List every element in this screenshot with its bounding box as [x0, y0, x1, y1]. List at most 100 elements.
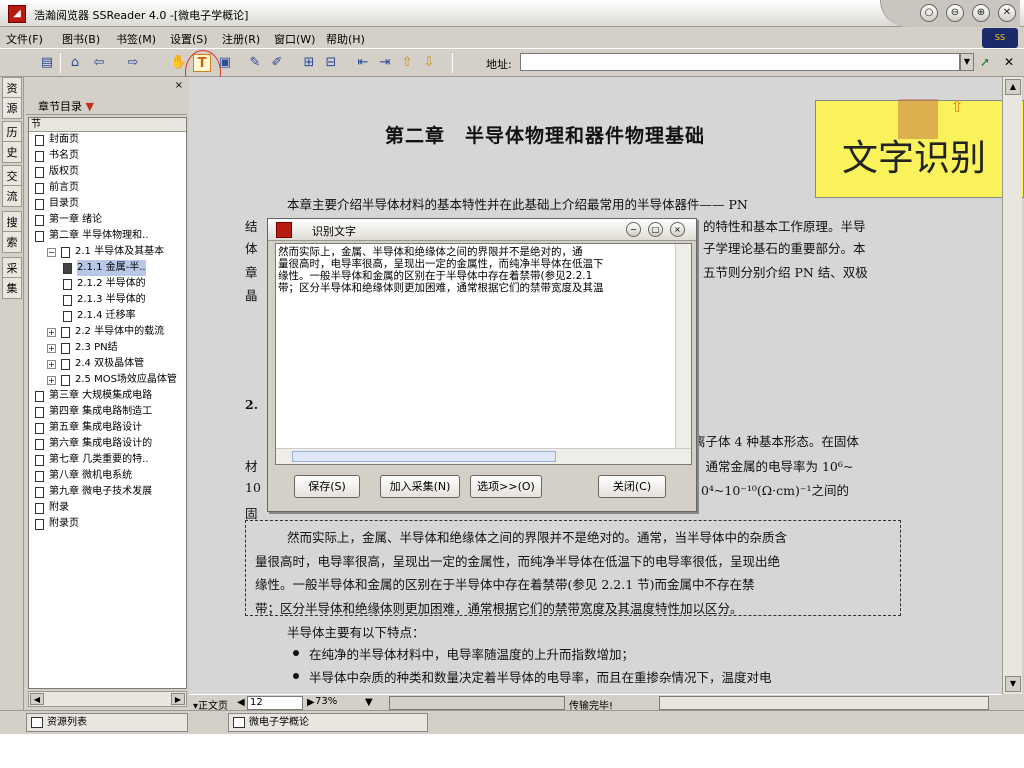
brand-logo-icon: SS [982, 28, 1018, 48]
tree-node[interactable]: − 2.1 半导体及其基本 [29, 244, 186, 260]
dialog-minimize-button[interactable]: − [626, 222, 641, 237]
tree-node[interactable]: +2.4 双极晶体管 [29, 356, 186, 372]
dialog-close-text-button[interactable]: 关闭(C) [598, 475, 666, 498]
add-collect-button[interactable]: 加入采集(N) [380, 475, 460, 498]
menu-window[interactable]: 窗口(W) [274, 31, 315, 47]
highlight-pen-icon[interactable]: ✐ [268, 54, 286, 72]
options-button[interactable]: 选项>>(O) [470, 475, 542, 498]
tree-node[interactable]: 第四章 集成电路制造工 [29, 404, 186, 420]
status-bar: ▾正文页 ◀ 12 ▶ 73% ▼ 传输完毕! [189, 694, 1002, 712]
menu-book[interactable]: 图书(B) [62, 31, 100, 47]
page-icon [63, 279, 72, 290]
first-page-icon[interactable]: ⇤ [354, 54, 372, 72]
prev-page-icon[interactable]: ◀ [237, 697, 245, 708]
tab-resource-2[interactable]: 源 [2, 97, 22, 119]
tree-node[interactable]: 第一章 绪论 [29, 212, 186, 228]
scroll-right-icon[interactable]: ▶ [171, 693, 185, 705]
menu-bookmark[interactable]: 书签(M) [116, 31, 156, 47]
resource-list-button[interactable]: 资源列表 [26, 713, 188, 732]
tree-node[interactable]: 第二章 半导体物理和.. [29, 228, 186, 244]
fit-width-icon[interactable]: ⊟ [322, 54, 340, 72]
tab-exchange-2[interactable]: 流 [2, 185, 22, 207]
tree-node[interactable]: +2.3 PN结 [29, 340, 186, 356]
menu-register[interactable]: 注册(R) [222, 31, 260, 47]
expand-icon[interactable]: + [47, 328, 56, 337]
tab-history-1[interactable]: 历 [2, 121, 22, 143]
tab-search-1[interactable]: 搜 [2, 211, 22, 233]
tree-node[interactable]: 封面页 [29, 132, 186, 148]
menu-settings[interactable]: 设置(S) [170, 31, 208, 47]
status-scroll[interactable] [659, 696, 989, 710]
scroll-left-icon[interactable]: ◀ [30, 693, 44, 705]
page-down-icon[interactable]: ⇩ [420, 54, 438, 72]
next-page-icon[interactable]: ▶ [307, 697, 315, 708]
tab-collect-1[interactable]: 采 [2, 257, 22, 279]
close-button[interactable]: ✕ [998, 4, 1016, 22]
tree-node[interactable]: 书名页 [29, 148, 186, 164]
zoom-selector[interactable]: 73% [315, 696, 359, 710]
toc-icon[interactable]: ▤ [38, 54, 56, 72]
tree-node[interactable]: 2.1.1 金属-半.. [29, 260, 186, 276]
recognized-text-area[interactable]: 然而实际上，金属、半导体和绝缘体之间的界限并不是绝对的，通 量很高时，电导率很高… [275, 243, 692, 465]
tree-node[interactable]: +2.5 MOS场效应晶体管 [29, 372, 186, 388]
tree-node[interactable]: 前言页 [29, 180, 186, 196]
back-icon[interactable]: ⇦ [90, 54, 108, 72]
tree-node[interactable]: 2.1.3 半导体的 [29, 292, 186, 308]
go-icon[interactable]: ➚ [980, 55, 990, 69]
tree-node[interactable]: 第八章 微机电系统 [29, 468, 186, 484]
address-dropdown-icon[interactable]: ▼ [960, 53, 974, 71]
scroll-up-icon[interactable]: ▲ [1005, 79, 1021, 95]
tab-search-2[interactable]: 索 [2, 231, 22, 253]
panel-close-icon[interactable]: × [175, 80, 183, 91]
tab-collect-2[interactable]: 集 [2, 277, 22, 299]
last-page-icon[interactable]: ⇥ [376, 54, 394, 72]
address-input[interactable] [520, 53, 960, 71]
document-tab[interactable]: 微电子学概论 [228, 713, 428, 732]
minimize-button[interactable]: ⊖ [946, 4, 964, 22]
annotate-icon[interactable]: ✎ [246, 54, 264, 72]
page-number-field[interactable]: 12 [247, 696, 303, 710]
tree-node[interactable]: 第九章 微电子技术发展 [29, 484, 186, 500]
scroll-down-icon[interactable]: ▼ [1005, 676, 1021, 692]
tree-node[interactable]: 第五章 集成电路设计 [29, 420, 186, 436]
tree-node[interactable]: 第六章 集成电路设计的 [29, 436, 186, 452]
panel-header[interactable]: 章节目录 ▼ [26, 93, 187, 115]
tree-node[interactable]: 第七章 几类重要的特.. [29, 452, 186, 468]
tree-node[interactable]: +2.2 半导体中的载流 [29, 324, 186, 340]
save-button[interactable]: 保存(S) [294, 475, 360, 498]
tree-node[interactable]: 附录页 [29, 516, 186, 532]
tab-history-2[interactable]: 史 [2, 141, 22, 163]
home-icon[interactable]: ⌂ [66, 54, 84, 72]
expand-icon[interactable]: + [47, 376, 56, 385]
text-vertical-scrollbar[interactable] [675, 244, 691, 449]
scroll-thumb[interactable] [292, 451, 556, 462]
collapse-icon[interactable]: − [47, 248, 56, 257]
dialog-maximize-button[interactable]: □ [648, 222, 663, 237]
dialog-title-bar[interactable]: 识别文字 − □ × [268, 219, 696, 241]
expand-icon[interactable]: + [47, 360, 56, 369]
tree-node[interactable]: 版权页 [29, 164, 186, 180]
text-horizontal-scrollbar[interactable] [276, 448, 691, 464]
page-icon [35, 151, 44, 162]
tree-node[interactable]: 2.1.2 半导体的 [29, 276, 186, 292]
tab-resource-1[interactable]: 资 [2, 77, 22, 99]
tree-node[interactable]: 目录页 [29, 196, 186, 212]
tree-node[interactable]: 附录 [29, 500, 186, 516]
maximize-button[interactable]: ⊕ [972, 4, 990, 22]
help-caption-icon[interactable]: ○ [920, 4, 938, 22]
expand-icon[interactable]: + [47, 344, 56, 353]
dialog-close-button[interactable]: × [670, 222, 685, 237]
tree-node-label: 2.1.2 半导体的 [77, 278, 146, 289]
close-address-icon[interactable]: ✕ [1004, 55, 1014, 69]
menu-help[interactable]: 帮助(H) [326, 31, 365, 47]
fit-page-icon[interactable]: ⊞ [300, 54, 318, 72]
menu-file[interactable]: 文件(F) [6, 31, 43, 47]
panel-horizontal-scrollbar[interactable]: ◀ ▶ [28, 691, 187, 707]
tree-node[interactable]: 2.1.4 迁移率 [29, 308, 186, 324]
zoom-dropdown-icon[interactable]: ▼ [365, 697, 373, 708]
forward-icon[interactable]: ⇨ [124, 54, 142, 72]
page-vertical-scrollbar[interactable]: ▲ ▼ [1002, 77, 1022, 694]
tree-node[interactable]: 第三章 大规模集成电路 [29, 388, 186, 404]
tab-exchange-1[interactable]: 交 [2, 165, 22, 187]
page-up-icon[interactable]: ⇧ [398, 54, 416, 72]
